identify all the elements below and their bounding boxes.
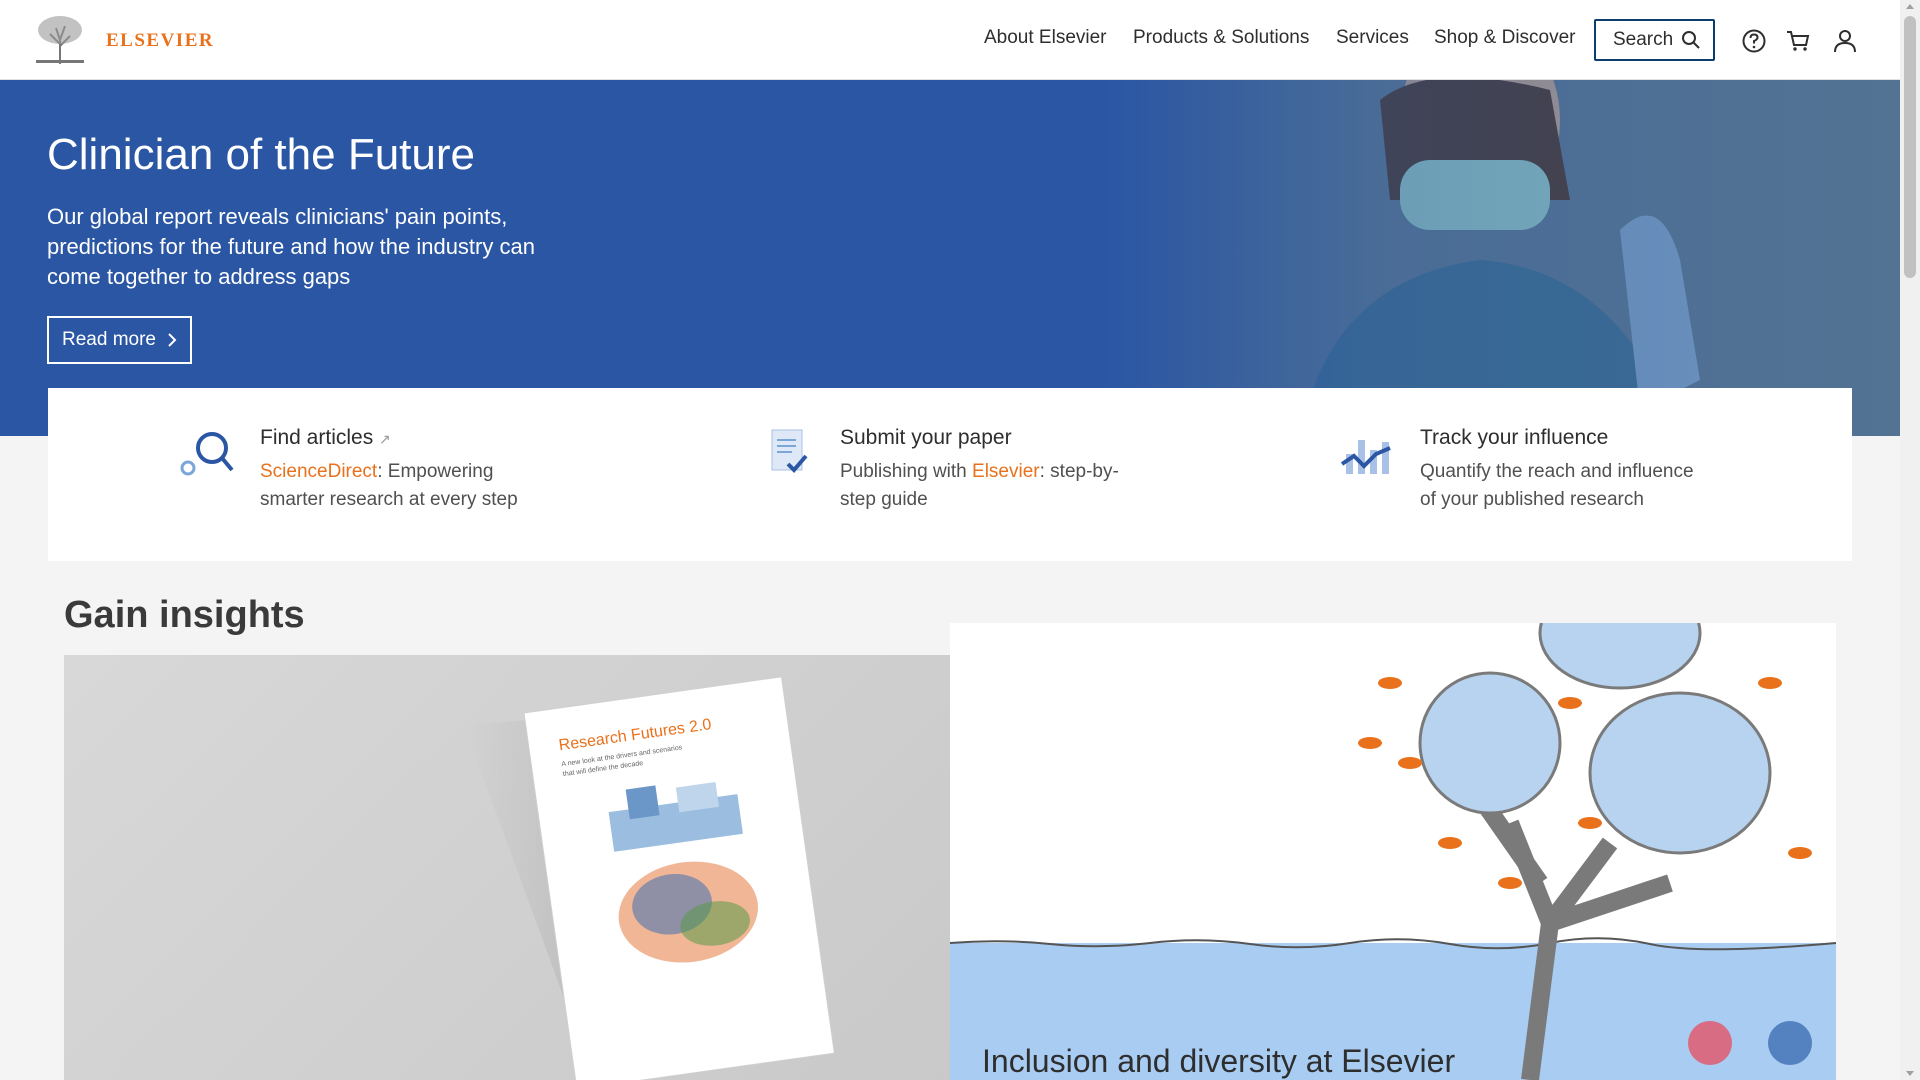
track-influence-description: Quantify the reach and influence of your… (1420, 461, 1694, 510)
search-icon (1682, 31, 1700, 49)
scroll-down-arrow[interactable] (1906, 1071, 1914, 1076)
magnifier-icon (180, 432, 234, 476)
document-check-icon (771, 429, 808, 473)
find-articles-link[interactable]: Find articles ↗ ScienceDirect: Empowerin… (260, 426, 540, 514)
vertical-scrollbar[interactable] (1900, 0, 1920, 1080)
hero-title: Clinician of the Future (47, 130, 475, 179)
diversity-tree-illustration (950, 623, 1836, 1080)
hero-banner: Clinician of the Future Our global repor… (0, 80, 1900, 436)
research-futures-card[interactable]: Research Futures 2.0 A new look at the d… (64, 655, 950, 1080)
clinician-photo (1100, 80, 1900, 436)
help-icon[interactable] (1741, 28, 1767, 54)
cart-icon[interactable] (1785, 28, 1811, 54)
track-influence-link[interactable]: Track your influence Quantify the reach … (1420, 426, 1700, 514)
track-influence-title: Track your influence (1420, 426, 1609, 449)
user-account-icon[interactable] (1832, 28, 1858, 54)
scroll-up-arrow[interactable] (1906, 4, 1914, 9)
inclusion-diversity-card[interactable]: Inclusion and diversity at Elsevier (950, 623, 1836, 1080)
nav-shop[interactable]: Shop & Discover (1434, 27, 1576, 53)
read-more-label: Read more (62, 329, 156, 350)
find-articles-title: Find articles ↗ (260, 426, 391, 449)
sciencedirect-brand[interactable]: ScienceDirect (260, 461, 377, 482)
scroll-thumb[interactable] (1904, 16, 1916, 278)
external-link-icon: ↗ (379, 431, 391, 447)
nav-products[interactable]: Products & Solutions (1133, 27, 1309, 53)
read-more-button[interactable]: Read more (47, 316, 192, 364)
nav-about[interactable]: About Elsevier (984, 27, 1107, 53)
chevron-right-icon (168, 333, 177, 347)
search-label: Search (1613, 29, 1674, 50)
inclusion-diversity-title: Inclusion and diversity at Elsevier (982, 1043, 1456, 1079)
gain-insights-heading: Gain insights (64, 594, 305, 636)
quick-links-card: Find articles ↗ ScienceDirect: Empowerin… (48, 388, 1852, 561)
search-button[interactable]: Search (1594, 19, 1715, 61)
submit-paper-link[interactable]: Submit your paper Publishing with Elsevi… (840, 426, 1120, 514)
find-articles-description: ScienceDirect: Empowering smarter resear… (260, 461, 518, 510)
chart-trend-icon (1340, 440, 1391, 474)
hero-description: Our global report reveals clinicians' pa… (47, 204, 535, 289)
nav-services[interactable]: Services (1336, 27, 1409, 53)
brand-wordmark[interactable]: ELSEVIER (106, 30, 214, 52)
elsevier-tree-logo[interactable] (32, 14, 88, 66)
research-futures-report-image: Research Futures 2.0 A new look at the d… (464, 676, 835, 1080)
site-header: ELSEVIER About Elsevier Products & Solut… (0, 0, 1900, 80)
elsevier-brand[interactable]: Elsevier (972, 461, 1040, 482)
submit-paper-title: Submit your paper (840, 426, 1012, 449)
submit-paper-description: Publishing with Elsevier: step-by-step g… (840, 461, 1119, 510)
